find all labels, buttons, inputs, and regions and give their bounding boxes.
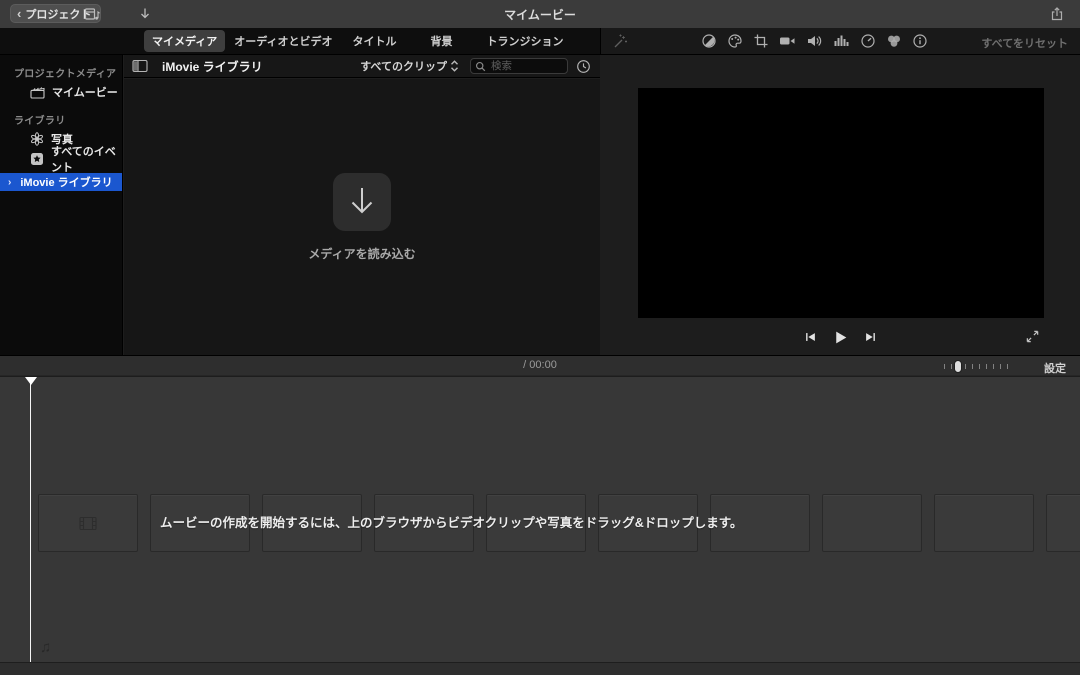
back-chevron-icon: ‹: [17, 7, 21, 20]
fullscreen-icon[interactable]: [1025, 329, 1040, 344]
tab-audio-video[interactable]: オーディオとビデオ: [226, 30, 340, 52]
browser-pane-title: iMovie ライブラリ: [162, 58, 263, 75]
adjust-icon-group: [701, 33, 931, 49]
skip-forward-icon[interactable]: [863, 330, 878, 344]
zoom-slider-track[interactable]: [944, 363, 1012, 370]
import-arrow-icon[interactable]: [137, 6, 153, 22]
playhead-handle[interactable]: [25, 377, 37, 385]
sidebar-section-project-media: プロジェクトメディア: [14, 65, 122, 80]
sidebar-item-label: マイムービー: [52, 84, 118, 100]
volume-icon[interactable]: [806, 33, 823, 49]
title-bar: ‹ プロジェクト マイムービー: [0, 0, 1080, 28]
disclosure-chevron-icon[interactable]: ›: [8, 177, 11, 188]
clapperboard-icon: [30, 86, 45, 99]
timeline-settings-button[interactable]: 設定: [1044, 360, 1066, 376]
timeline-duration-display: / 00:00: [0, 359, 1080, 371]
chevron-updown-icon: [449, 59, 460, 73]
window-title: マイムービー: [0, 0, 1080, 28]
color-balance-icon[interactable]: [701, 33, 717, 49]
share-icon[interactable]: [1049, 6, 1065, 22]
film-strip-icon: [79, 516, 97, 531]
browser-header: iMovie ライブラリ すべてのクリップ: [124, 55, 600, 78]
timeline-bottom-strip: [0, 662, 1080, 675]
sidebar-toggle-icon[interactable]: [132, 59, 148, 73]
skip-back-icon[interactable]: [803, 330, 818, 344]
play-icon[interactable]: [832, 329, 849, 346]
sidebar-item-label: すべてのイベント: [51, 143, 122, 175]
placeholder-clip-frame: [1046, 494, 1080, 552]
search-input[interactable]: [489, 59, 563, 73]
search-field[interactable]: [470, 58, 568, 74]
download-arrow-icon: [347, 185, 377, 219]
sidebar-item-all-events[interactable]: すべてのイベント: [0, 149, 122, 169]
playhead-line[interactable]: [30, 377, 31, 662]
library-sidebar: プロジェクトメディア マイムービー ライブラリ: [0, 55, 123, 355]
placeholder-clip-frame: [38, 494, 138, 552]
sidebar-item-my-movie[interactable]: マイムービー: [0, 82, 122, 102]
crop-icon[interactable]: [753, 33, 769, 49]
info-icon[interactable]: [912, 33, 928, 49]
all-events-star-icon: [30, 152, 44, 166]
import-media-label: メディアを読み込む: [308, 245, 415, 262]
sidebar-section-library: ライブラリ: [14, 112, 122, 127]
enhance-wand-icon[interactable]: [612, 33, 629, 50]
placeholder-clip-frame: [822, 494, 922, 552]
timeline-toolbar: / 00:00 設定: [0, 355, 1080, 376]
search-icon: [475, 61, 486, 72]
color-correction-palette-icon[interactable]: [727, 33, 743, 49]
clip-filter-circles-icon[interactable]: [886, 33, 902, 49]
media-tab-bar: マイメディア オーディオとビデオ タイトル 背景 トランジション: [0, 28, 600, 55]
video-preview[interactable]: [638, 88, 1044, 318]
viewer-pane: [601, 55, 1080, 355]
sidebar-item-imovie-library[interactable]: › iMovie ライブラリ: [0, 173, 122, 191]
reset-all-button[interactable]: すべてをリセット: [981, 35, 1068, 51]
imovie-window: ‹ プロジェクト マイムービー マイメディア オーディオとビデオ: [0, 0, 1080, 675]
clip-filter-value: すべてのクリップ: [360, 58, 447, 74]
timeline-area[interactable]: ムービーの作成を開始するには、上のブラウザからビデオクリップや写真をドラッグ&ド…: [0, 377, 1080, 662]
speed-icon[interactable]: [860, 33, 876, 49]
stabilization-camera-icon[interactable]: [779, 33, 796, 49]
media-browser-icon[interactable]: [84, 6, 101, 22]
timeline-drop-hint: ムービーの作成を開始するには、上のブラウザからビデオクリップや写真をドラッグ&ド…: [160, 512, 743, 531]
tab-backgrounds[interactable]: 背景: [422, 30, 460, 52]
adjustment-toolbar: すべてをリセット: [600, 28, 1080, 55]
transport-controls: [601, 323, 1080, 351]
tab-transitions[interactable]: トランジション: [478, 30, 571, 52]
media-browser-body: メディアを読み込む: [124, 79, 600, 355]
tab-titles[interactable]: タイトル: [344, 30, 404, 52]
photos-flower-icon: [30, 132, 44, 146]
clip-filter-dropdown[interactable]: すべてのクリップ: [360, 58, 460, 74]
placeholder-clip-frame: [934, 494, 1034, 552]
music-note-icon: ♫: [40, 639, 51, 656]
sidebar-item-label: iMovie ライブラリ: [20, 174, 112, 190]
zoom-slider-thumb[interactable]: [954, 360, 962, 373]
noise-equalizer-icon[interactable]: [833, 33, 850, 49]
import-media-button[interactable]: [333, 173, 391, 231]
tab-my-media[interactable]: マイメディア: [144, 30, 225, 52]
clip-duration-clock-icon[interactable]: [576, 59, 591, 74]
back-button-label: プロジェクト: [25, 6, 91, 22]
timeline-zoom-slider[interactable]: [944, 360, 1012, 373]
